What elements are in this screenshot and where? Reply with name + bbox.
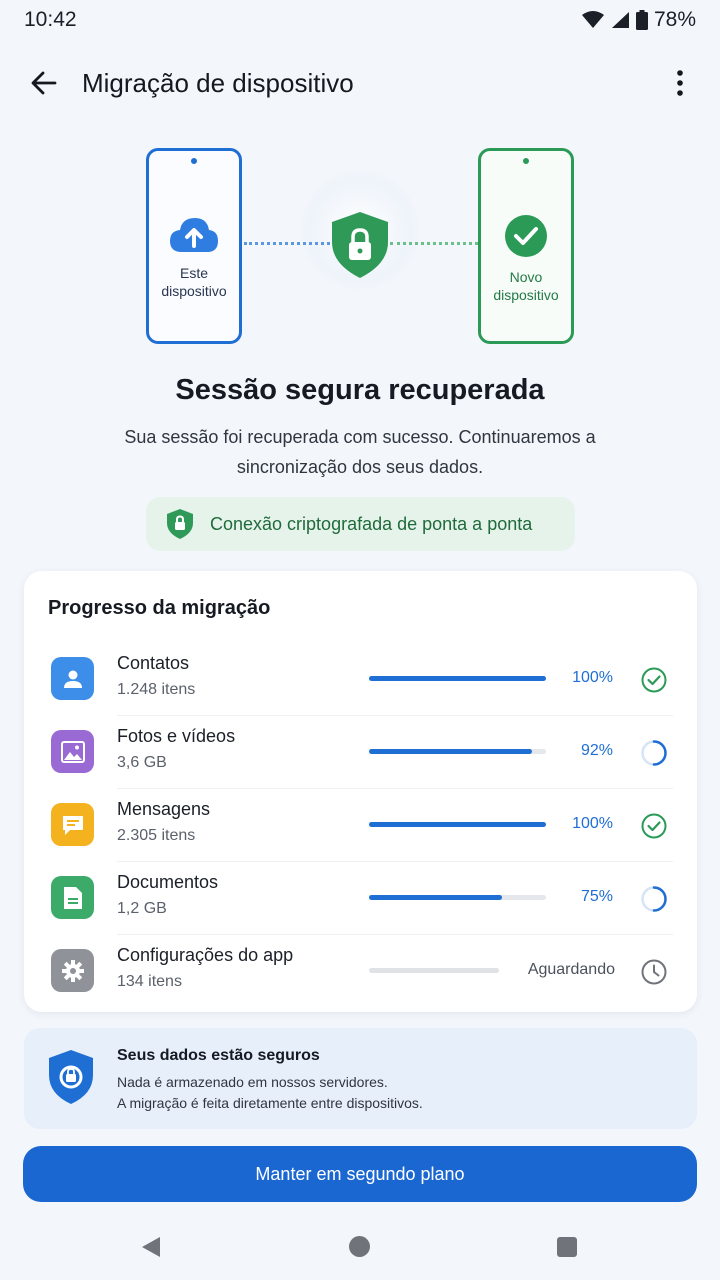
source-phone-label: Este dispositivo <box>161 265 227 299</box>
loading-spinner-icon <box>639 738 669 768</box>
wifi-icon <box>581 11 604 28</box>
check-circle-icon <box>505 215 547 257</box>
keep-in-background-button[interactable]: Manter em segundo plano <box>23 1146 697 1202</box>
contact-icon <box>51 657 94 700</box>
document-icon <box>51 876 94 919</box>
progress-item-detail: 3,6 GB <box>117 754 167 771</box>
arrow-left-icon <box>31 71 57 95</box>
clock-icon <box>639 957 669 987</box>
progress-item-name: Contatos <box>117 653 190 673</box>
headline: Sessão segura recuperada <box>175 374 545 406</box>
system-navigation-bar <box>0 1220 720 1280</box>
signal-icon <box>611 12 629 28</box>
shield-lock-icon <box>167 509 193 539</box>
check-circle-icon <box>639 665 669 695</box>
progress-bar <box>369 895 546 900</box>
battery-percent: 78% <box>653 8 696 31</box>
description-text: Sua sessão foi recuperada com sucesso. C… <box>124 427 596 477</box>
progress-bar-fill <box>369 895 502 900</box>
gear-icon <box>51 949 94 992</box>
connection-line-left <box>244 242 330 245</box>
progress-item-detail: 1,2 GB <box>117 900 167 917</box>
progress-item-detail: 2.305 itens <box>117 827 196 844</box>
progress-row: Fotos e vídeos 3,6 GB 92% <box>24 716 697 789</box>
progress-item-detail: 1.248 itens <box>117 681 196 698</box>
progress-status-text: 75% <box>580 888 613 905</box>
shield-icon <box>49 1050 93 1104</box>
progress-row: Mensagens 2.305 itens 100% <box>24 789 697 862</box>
phone-camera <box>191 158 197 164</box>
loading-spinner-icon <box>639 884 669 914</box>
progress-bar <box>369 968 499 973</box>
progress-bar-fill <box>369 822 546 827</box>
progress-bar <box>369 749 546 754</box>
nav-recents-icon[interactable] <box>557 1237 577 1257</box>
progress-status-text: 92% <box>580 742 613 759</box>
migration-progress-card: Progresso da migração Contatos 1.248 iten… <box>24 571 697 1012</box>
status-bar: 10:42 78% <box>0 0 720 40</box>
progress-status-text: 100% <box>572 815 613 832</box>
status-icons: 78% <box>581 8 696 32</box>
check-circle-icon <box>639 811 669 841</box>
app-bar: Migração de dispositivo <box>0 54 720 112</box>
progress-row: Configurações do app 134 itens Aguardando <box>24 935 697 1008</box>
connection-line-right <box>390 242 478 245</box>
progress-item-name: Documentos <box>117 872 219 892</box>
progress-item-name: Configurações do app <box>117 945 294 965</box>
message-icon <box>51 803 94 846</box>
progress-status-text: 100% <box>572 669 613 686</box>
nav-back-icon[interactable] <box>140 1236 162 1258</box>
progress-row: Contatos 1.248 itens 100% <box>24 643 697 716</box>
page-title: Migração de dispositivo <box>82 67 354 98</box>
target-phone-label: Novo dispositivo <box>493 269 559 303</box>
progress-item-name: Fotos e vídeos <box>117 726 236 746</box>
progress-card-title: Progresso da migração <box>48 597 271 619</box>
progress-bar <box>369 676 546 681</box>
encryption-badge: Conexão criptografada de ponta a ponta <box>146 497 575 551</box>
shield-lock-icon <box>332 212 388 278</box>
photo-icon <box>51 730 94 773</box>
migration-illustration: Este dispositivo Novo dispositivo <box>0 140 720 350</box>
data-safety-card: Seus dados estão seguros Nada é armazena… <box>24 1028 697 1129</box>
target-phone: Novo dispositivo <box>478 148 574 344</box>
progress-bar-fill <box>369 676 546 681</box>
source-phone: Este dispositivo <box>146 148 242 344</box>
battery-icon <box>635 10 648 30</box>
cloud-upload-icon <box>170 218 218 252</box>
progress-item-name: Mensagens <box>117 799 211 819</box>
more-vertical-icon <box>677 70 683 96</box>
phone-camera <box>523 158 529 164</box>
safety-text-line-2: A migração é feita diretamente entre dis… <box>117 1095 423 1111</box>
safety-text-line-1: Nada é armazenado em nossos servidores. <box>117 1074 388 1090</box>
more-options-button[interactable] <box>664 63 696 103</box>
progress-row: Documentos 1,2 GB 75% <box>24 862 697 935</box>
encryption-badge-text: Conexão criptografada de ponta a ponta <box>210 513 533 534</box>
progress-status-text: Aguardando <box>527 961 615 978</box>
progress-bar-fill <box>369 749 532 754</box>
nav-home-icon[interactable] <box>349 1236 370 1257</box>
back-button[interactable] <box>24 63 64 103</box>
safety-title: Seus dados estão seguros <box>117 1047 320 1064</box>
progress-item-detail: 134 itens <box>117 973 182 990</box>
progress-bar <box>369 822 546 827</box>
status-time: 10:42 <box>24 8 77 31</box>
